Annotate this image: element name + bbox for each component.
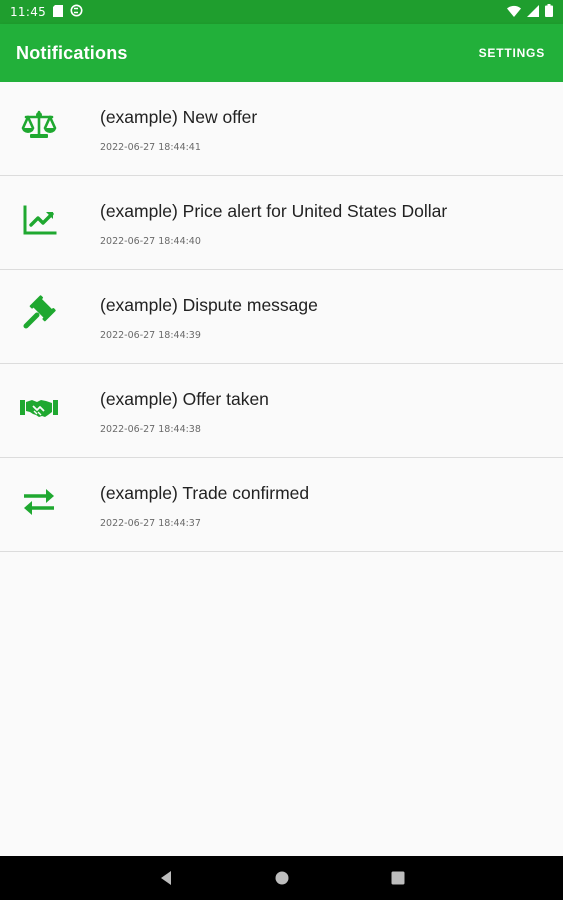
home-icon[interactable] xyxy=(270,866,294,890)
gavel-icon xyxy=(20,295,58,338)
scale-icon xyxy=(20,107,58,150)
signal-icon xyxy=(527,4,539,20)
sync-icon xyxy=(70,4,83,20)
sd-card-icon xyxy=(53,4,64,20)
notification-title: (example) Trade confirmed xyxy=(100,482,310,503)
notification-title: (example) Price alert for United States … xyxy=(100,200,448,221)
notification-timestamp: 2022-06-27 18:44:40 xyxy=(100,235,201,247)
notification-timestamp: 2022-06-27 18:44:39 xyxy=(100,329,201,341)
handshake-icon xyxy=(20,389,58,432)
notification-item[interactable]: (example) Offer taken 2022-06-27 18:44:3… xyxy=(0,364,563,458)
status-bar: 11:45 xyxy=(0,0,563,24)
app-bar: Notifications SETTINGS xyxy=(0,24,563,82)
notification-item[interactable]: (example) Dispute message 2022-06-27 18:… xyxy=(0,270,563,364)
recents-icon[interactable] xyxy=(386,866,410,890)
trending-up-icon xyxy=(20,201,58,244)
status-time: 11:45 xyxy=(10,5,47,19)
notification-title: (example) New offer xyxy=(100,106,258,127)
back-icon[interactable] xyxy=(154,866,178,890)
notification-title: (example) Dispute message xyxy=(100,294,318,315)
page-title: Notifications xyxy=(16,42,128,63)
notification-title: (example) Offer taken xyxy=(100,388,269,409)
notification-timestamp: 2022-06-27 18:44:41 xyxy=(100,141,201,153)
notification-item[interactable]: (example) Trade confirmed 2022-06-27 18:… xyxy=(0,458,563,552)
notification-list: (example) New offer 2022-06-27 18:44:41 … xyxy=(0,82,563,552)
notification-item[interactable]: (example) New offer 2022-06-27 18:44:41 xyxy=(0,82,563,176)
notification-timestamp: 2022-06-27 18:44:38 xyxy=(100,423,201,435)
wifi-icon xyxy=(507,5,521,20)
notification-item[interactable]: (example) Price alert for United States … xyxy=(0,176,563,270)
status-left: 11:45 xyxy=(10,4,83,20)
battery-icon xyxy=(545,4,553,20)
status-right xyxy=(507,4,553,20)
settings-button[interactable]: SETTINGS xyxy=(479,46,545,60)
swap-arrows-icon xyxy=(20,483,58,526)
navigation-bar xyxy=(0,856,563,900)
notification-timestamp: 2022-06-27 18:44:37 xyxy=(100,517,201,529)
